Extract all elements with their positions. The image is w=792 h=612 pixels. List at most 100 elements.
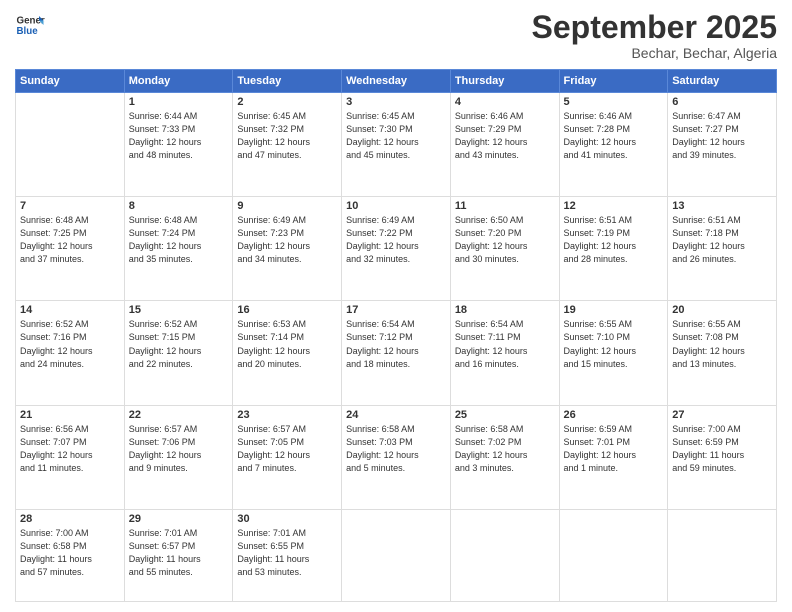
svg-text:Blue: Blue [17,26,39,37]
day-detail: Sunrise: 6:57 AMSunset: 7:05 PMDaylight:… [237,423,337,475]
day-detail: Sunrise: 6:50 AMSunset: 7:20 PMDaylight:… [455,214,555,266]
calendar-table: Sunday Monday Tuesday Wednesday Thursday… [15,69,777,602]
day-detail: Sunrise: 6:51 AMSunset: 7:19 PMDaylight:… [564,214,664,266]
day-detail: Sunrise: 6:52 AMSunset: 7:15 PMDaylight:… [129,318,229,370]
day-detail: Sunrise: 7:00 AMSunset: 6:59 PMDaylight:… [672,423,772,475]
day-detail: Sunrise: 6:45 AMSunset: 7:30 PMDaylight:… [346,110,446,162]
day-detail: Sunrise: 6:58 AMSunset: 7:02 PMDaylight:… [455,423,555,475]
table-row [16,93,125,197]
table-row: 17 Sunrise: 6:54 AMSunset: 7:12 PMDayligh… [342,301,451,405]
table-row: 14 Sunrise: 6:52 AMSunset: 7:16 PMDayligh… [16,301,125,405]
day-number: 2 [237,96,337,108]
day-number: 1 [129,96,229,108]
table-row: 13 Sunrise: 6:51 AMSunset: 7:18 PMDayligh… [668,197,777,301]
day-detail: Sunrise: 6:46 AMSunset: 7:29 PMDaylight:… [455,110,555,162]
day-detail: Sunrise: 7:01 AMSunset: 6:57 PMDaylight:… [129,527,229,579]
day-number: 23 [237,409,337,421]
day-detail: Sunrise: 6:55 AMSunset: 7:10 PMDaylight:… [564,318,664,370]
day-number: 20 [672,304,772,316]
day-number: 7 [20,200,120,212]
day-number: 26 [564,409,664,421]
table-row: 5 Sunrise: 6:46 AMSunset: 7:28 PMDaylight… [559,93,668,197]
table-row: 26 Sunrise: 6:59 AMSunset: 7:01 PMDayligh… [559,405,668,509]
day-number: 27 [672,409,772,421]
day-detail: Sunrise: 6:51 AMSunset: 7:18 PMDaylight:… [672,214,772,266]
page: General Blue September 2025 Bechar, Bech… [0,0,792,612]
day-detail: Sunrise: 6:56 AMSunset: 7:07 PMDaylight:… [20,423,120,475]
day-detail: Sunrise: 6:55 AMSunset: 7:08 PMDaylight:… [672,318,772,370]
table-row: 9 Sunrise: 6:49 AMSunset: 7:23 PMDaylight… [233,197,342,301]
day-number: 16 [237,304,337,316]
col-wednesday: Wednesday [342,70,451,93]
calendar-header-row: Sunday Monday Tuesday Wednesday Thursday… [16,70,777,93]
day-detail: Sunrise: 7:01 AMSunset: 6:55 PMDaylight:… [237,527,337,579]
day-number: 8 [129,200,229,212]
day-number: 3 [346,96,446,108]
col-friday: Friday [559,70,668,93]
table-row: 23 Sunrise: 6:57 AMSunset: 7:05 PMDayligh… [233,405,342,509]
day-detail: Sunrise: 6:45 AMSunset: 7:32 PMDaylight:… [237,110,337,162]
table-row [342,509,451,601]
table-row: 21 Sunrise: 6:56 AMSunset: 7:07 PMDayligh… [16,405,125,509]
day-number: 29 [129,513,229,525]
table-row: 18 Sunrise: 6:54 AMSunset: 7:11 PMDayligh… [450,301,559,405]
day-detail: Sunrise: 6:47 AMSunset: 7:27 PMDaylight:… [672,110,772,162]
table-row: 12Sunrise: 6:51 AMSunset: 7:19 PMDayligh… [559,197,668,301]
col-tuesday: Tuesday [233,70,342,93]
month-title: September 2025 [532,10,777,45]
day-number: 18 [455,304,555,316]
col-sunday: Sunday [16,70,125,93]
day-number: 9 [237,200,337,212]
table-row: 20 Sunrise: 6:55 AMSunset: 7:08 PMDayligh… [668,301,777,405]
day-number: 28 [20,513,120,525]
table-row: 28 Sunrise: 7:00 AMSunset: 6:58 PMDayligh… [16,509,125,601]
day-detail: Sunrise: 6:54 AMSunset: 7:11 PMDaylight:… [455,318,555,370]
col-thursday: Thursday [450,70,559,93]
day-detail: Sunrise: 6:54 AMSunset: 7:12 PMDaylight:… [346,318,446,370]
day-number: 5 [564,96,664,108]
logo-icon: General Blue [15,10,45,40]
table-row: 8Sunrise: 6:48 AMSunset: 7:24 PMDaylight… [124,197,233,301]
day-number: 19 [564,304,664,316]
logo: General Blue [15,10,45,40]
title-block: September 2025 Bechar, Bechar, Algeria [532,10,777,61]
table-row: 11 Sunrise: 6:50 AMSunset: 7:20 PMDayligh… [450,197,559,301]
header: General Blue September 2025 Bechar, Bech… [15,10,777,61]
day-number: 17 [346,304,446,316]
table-row: 30 Sunrise: 7:01 AMSunset: 6:55 PMDayligh… [233,509,342,601]
day-detail: Sunrise: 6:59 AMSunset: 7:01 PMDaylight:… [564,423,664,475]
table-row: 16Sunrise: 6:53 AMSunset: 7:14 PMDayligh… [233,301,342,405]
table-row: 22 Sunrise: 6:57 AMSunset: 7:06 PMDayligh… [124,405,233,509]
table-row: 25Sunrise: 6:58 AMSunset: 7:02 PMDayligh… [450,405,559,509]
day-number: 14 [20,304,120,316]
table-row [450,509,559,601]
day-detail: Sunrise: 6:44 AMSunset: 7:33 PMDaylight:… [129,110,229,162]
table-row [668,509,777,601]
day-detail: Sunrise: 6:46 AMSunset: 7:28 PMDaylight:… [564,110,664,162]
day-number: 4 [455,96,555,108]
day-number: 10 [346,200,446,212]
day-number: 30 [237,513,337,525]
day-number: 22 [129,409,229,421]
table-row: 15Sunrise: 6:52 AMSunset: 7:15 PMDayligh… [124,301,233,405]
table-row [559,509,668,601]
col-saturday: Saturday [668,70,777,93]
table-row: 6Sunrise: 6:47 AMSunset: 7:27 PMDaylight… [668,93,777,197]
col-monday: Monday [124,70,233,93]
day-number: 13 [672,200,772,212]
table-row: 10Sunrise: 6:49 AMSunset: 7:22 PMDayligh… [342,197,451,301]
table-row: 3 Sunrise: 6:45 AMSunset: 7:30 PMDaylight… [342,93,451,197]
table-row: 1 Sunrise: 6:44 AMSunset: 7:33 PMDaylight… [124,93,233,197]
table-row: 29 Sunrise: 7:01 AMSunset: 6:57 PMDayligh… [124,509,233,601]
table-row: 19 Sunrise: 6:55 AMSunset: 7:10 PMDayligh… [559,301,668,405]
day-detail: Sunrise: 6:48 AMSunset: 7:25 PMDaylight:… [20,214,120,266]
location: Bechar, Bechar, Algeria [532,45,777,61]
day-detail: Sunrise: 7:00 AMSunset: 6:58 PMDaylight:… [20,527,120,579]
day-number: 21 [20,409,120,421]
day-detail: Sunrise: 6:58 AMSunset: 7:03 PMDaylight:… [346,423,446,475]
day-detail: Sunrise: 6:57 AMSunset: 7:06 PMDaylight:… [129,423,229,475]
day-number: 11 [455,200,555,212]
day-detail: Sunrise: 6:52 AMSunset: 7:16 PMDaylight:… [20,318,120,370]
table-row: 24Sunrise: 6:58 AMSunset: 7:03 PMDayligh… [342,405,451,509]
day-detail: Sunrise: 6:49 AMSunset: 7:23 PMDaylight:… [237,214,337,266]
